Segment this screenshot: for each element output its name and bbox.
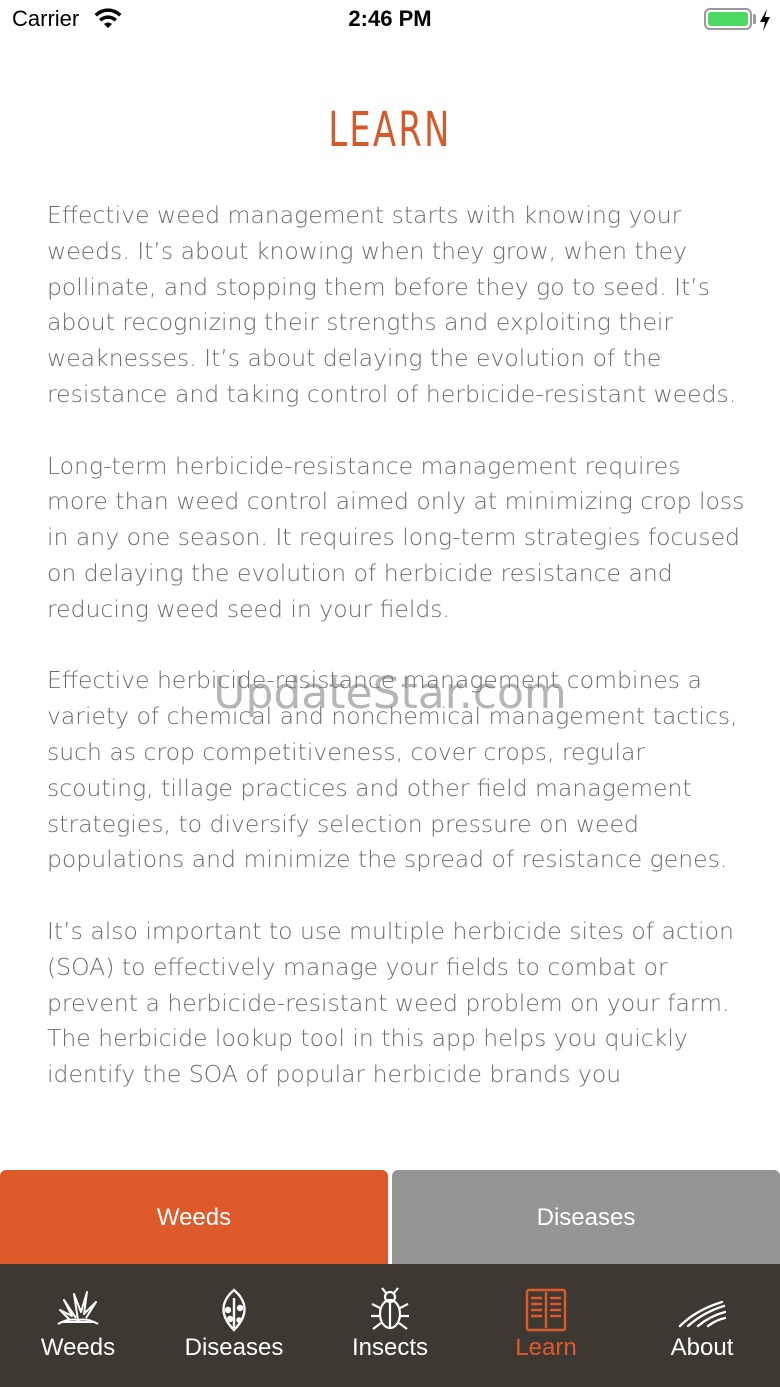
tab-label: About [670, 1334, 734, 1361]
clock: 2:46 PM [348, 6, 432, 31]
tab-weeds[interactable]: Weeds [0, 1264, 156, 1387]
status-bar: Carrier 2:46 PM [0, 0, 780, 40]
leaf-disease-icon [222, 1288, 246, 1332]
book-icon [525, 1288, 567, 1332]
field-rows-icon [678, 1300, 726, 1328]
battery-icon [704, 8, 752, 30]
tab-about[interactable]: About [624, 1264, 780, 1387]
battery-cap [753, 14, 756, 24]
tab-learn[interactable]: Learn [468, 1264, 624, 1387]
tab-insects[interactable]: Insects [312, 1264, 468, 1387]
tab-label: Insects [351, 1334, 429, 1361]
tab-bar: Weeds Diseases Insects Learn About [0, 1264, 780, 1387]
paragraph: It’s also important to use multiple herb… [47, 916, 734, 1089]
tab-label: Weeds [40, 1334, 116, 1361]
weed-plant-icon [57, 1291, 99, 1325]
diseases-segment-button[interactable]: Diseases [392, 1170, 780, 1266]
paragraph: Long-term herbicide-resistance managemen… [47, 451, 745, 623]
tab-label: Diseases [184, 1334, 284, 1361]
weeds-segment-button[interactable]: Weeds [0, 1170, 388, 1266]
charging-icon [760, 9, 770, 31]
tab-diseases[interactable]: Diseases [156, 1264, 312, 1387]
tab-label: Learn [515, 1334, 577, 1361]
bug-icon [371, 1287, 409, 1330]
page-title: LEARN [328, 102, 452, 158]
paragraph: Effective weed management starts with kn… [47, 201, 737, 408]
watermark: UpdateStar.com [213, 668, 567, 719]
